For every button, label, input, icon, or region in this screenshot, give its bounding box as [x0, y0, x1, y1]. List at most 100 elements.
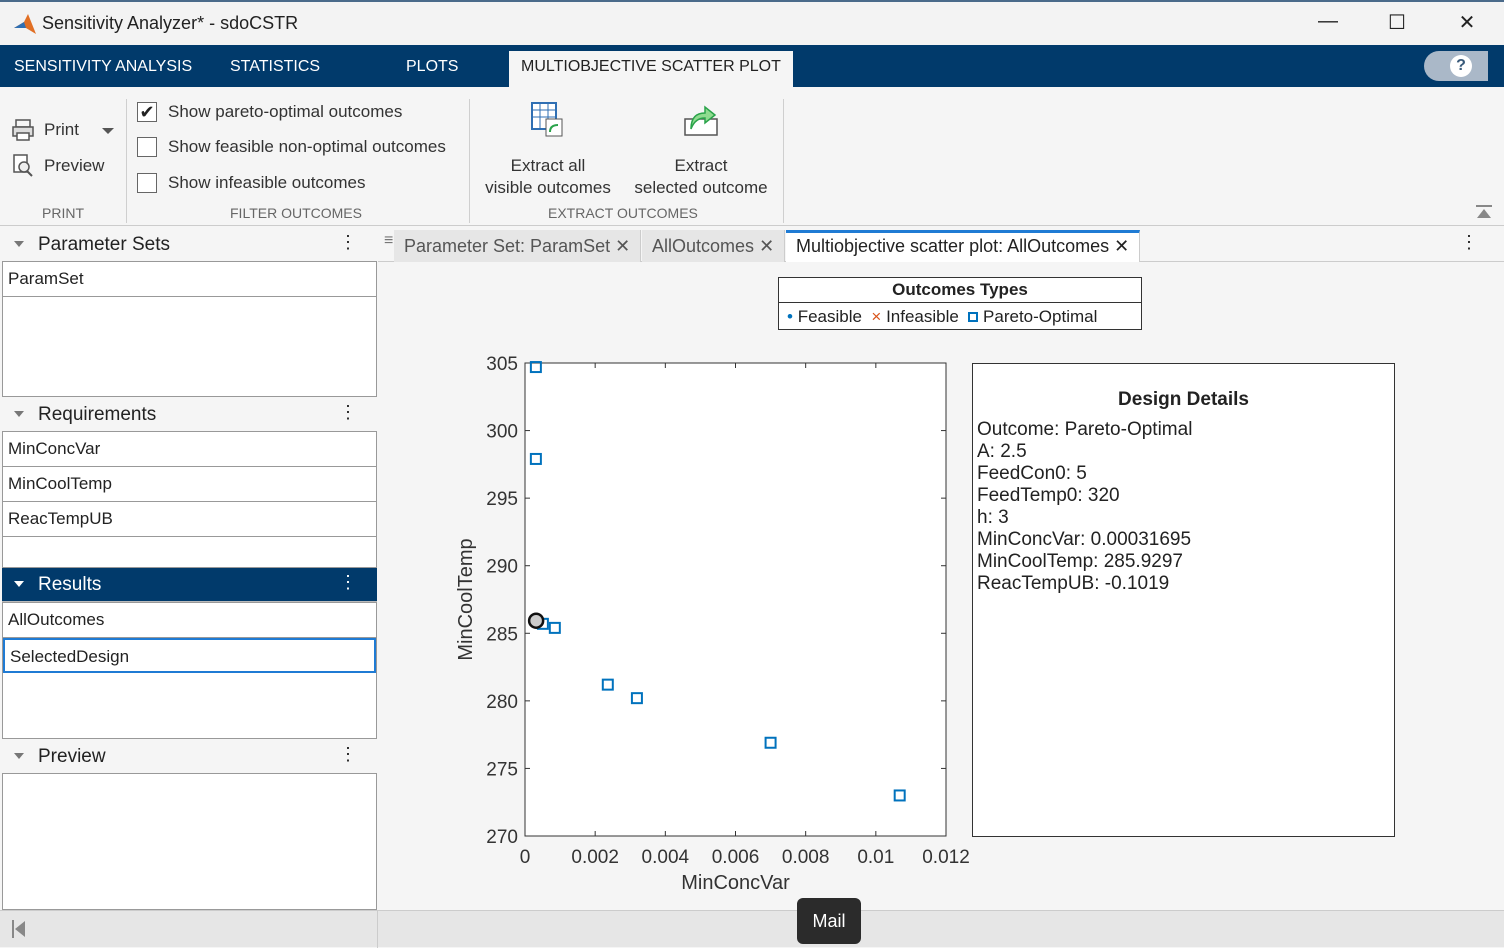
extract-selected-label-1: Extract	[674, 156, 728, 175]
close-icon[interactable]: ✕	[615, 236, 630, 256]
collapse-ribbon-icon[interactable]	[1476, 205, 1492, 219]
detail-line: FeedCon0: 5	[977, 463, 1087, 484]
more-options-icon[interactable]: ⋮	[339, 744, 357, 765]
document-tabs: ≡ Parameter Set: ParamSet ✕ AllOutcomes …	[378, 226, 1504, 262]
design-details-panel: Design Details Outcome: Pareto-Optimal A:…	[972, 363, 1395, 837]
collapse-icon[interactable]	[14, 581, 24, 587]
parameter-sets-list: ParamSet	[2, 261, 377, 397]
more-options-icon[interactable]: ⋮	[339, 572, 357, 593]
list-item[interactable]: MinConcVar	[3, 432, 376, 467]
close-icon[interactable]: ✕	[759, 236, 774, 256]
y-tick-label: 275	[486, 759, 518, 780]
infeasible-marker-icon: ×	[871, 307, 882, 326]
legend-entry: Pareto-Optimal	[983, 307, 1098, 326]
list-item[interactable]: MinCoolTemp	[3, 467, 376, 502]
extract-selected-button[interactable]: Extract selected outcome	[628, 99, 774, 199]
collapse-icon[interactable]	[14, 411, 24, 417]
tab-list-icon[interactable]: ≡	[384, 232, 393, 250]
minimize-button[interactable]: —	[1308, 10, 1348, 33]
list-item[interactable]: AllOutcomes	[3, 603, 376, 638]
details-title: Design Details	[1118, 389, 1249, 410]
matlab-logo-icon	[14, 14, 36, 34]
tab-label: Multiobjective scatter plot: AllOutcomes	[796, 236, 1110, 256]
requirements-list: MinConcVar MinCoolTemp ReacTempUB	[2, 431, 377, 568]
show-pareto-optimal-checkbox[interactable]: ✔	[137, 102, 157, 122]
extract-selected-label-2: selected outcome	[634, 178, 768, 197]
tab-statistics[interactable]: STATISTICS	[230, 45, 320, 87]
help-button[interactable]: ?	[1424, 51, 1488, 81]
y-tick-label: 280	[486, 692, 518, 713]
detail-line: MinConcVar: 0.00031695	[977, 529, 1192, 550]
print-group-label: PRINT	[42, 205, 84, 221]
collapse-icon[interactable]	[14, 753, 24, 759]
detail-line: A: 2.5	[977, 441, 1027, 462]
panel-title: Parameter Sets	[38, 234, 170, 255]
extract-group-label: EXTRACT OUTCOMES	[548, 205, 698, 221]
show-feasible-non-optimal-checkbox[interactable]	[137, 137, 157, 157]
collapse-icon[interactable]	[14, 241, 24, 247]
close-button[interactable]: ✕	[1447, 10, 1487, 35]
collapse-left-icon[interactable]	[12, 920, 26, 938]
extract-all-label-1: Extract all	[510, 156, 586, 175]
x-tick-label: 0.01	[857, 847, 894, 868]
status-bar	[0, 910, 1504, 948]
print-preview-icon	[13, 154, 33, 177]
extract-all-button[interactable]: Extract all visible outcomes	[478, 99, 618, 199]
preview-button[interactable]: Preview	[44, 156, 104, 176]
y-tick-label: 270	[486, 827, 518, 848]
tab-label: AllOutcomes	[652, 236, 755, 256]
doc-tab-alloutcomes[interactable]: AllOutcomes ✕	[642, 230, 786, 262]
more-options-icon[interactable]: ⋮	[1460, 232, 1478, 253]
preview-area	[2, 773, 377, 910]
mail-tooltip: Mail	[797, 898, 861, 944]
show-infeasible-checkbox[interactable]	[137, 173, 157, 193]
detail-line: MinCoolTemp: 285.9297	[977, 551, 1183, 572]
detail-line: FeedTemp0: 320	[977, 485, 1120, 506]
extract-table-icon	[531, 102, 563, 137]
detail-line: Outcome: Pareto-Optimal	[977, 419, 1193, 440]
help-icon: ?	[1450, 55, 1472, 77]
results-list: AllOutcomes SelectedDesign	[2, 602, 377, 739]
parameter-sets-header[interactable]: Parameter Sets ⋮	[2, 228, 377, 262]
show-pareto-optimal-label: Show pareto-optimal outcomes	[168, 102, 403, 121]
y-tick-label: 300	[486, 422, 518, 443]
tab-label: Parameter Set: ParamSet	[404, 236, 611, 256]
extract-selected-icon	[684, 105, 718, 136]
panel-title: Results	[38, 574, 102, 595]
more-options-icon[interactable]: ⋮	[339, 402, 357, 423]
requirements-header[interactable]: Requirements ⋮	[2, 398, 377, 432]
list-item[interactable]: ReacTempUB	[3, 502, 376, 537]
legend-entry: Feasible	[797, 307, 862, 326]
more-options-icon[interactable]: ⋮	[339, 232, 357, 253]
filter-group-label: FILTER OUTCOMES	[230, 205, 362, 221]
x-tick-label: 0	[520, 847, 531, 868]
close-icon[interactable]: ✕	[1114, 236, 1129, 256]
panel-title: Preview	[38, 746, 106, 767]
list-item[interactable]: ParamSet	[3, 262, 376, 297]
extract-all-label-2: visible outcomes	[485, 178, 611, 197]
x-tick-label: 0.008	[782, 847, 830, 868]
show-feasible-non-optimal-label: Show feasible non-optimal outcomes	[168, 137, 446, 156]
preview-header[interactable]: Preview ⋮	[2, 740, 377, 774]
maximize-button[interactable]: ☐	[1377, 10, 1417, 35]
legend-entry: Infeasible	[886, 307, 959, 326]
show-infeasible-label: Show infeasible outcomes	[168, 173, 366, 192]
printer-icon	[12, 119, 34, 141]
y-tick-label: 285	[486, 624, 518, 645]
title-bar: Sensitivity Analyzer* - sdoCSTR — ☐ ✕	[0, 0, 1504, 45]
scatter-chart[interactable]: 0 0.002 0.004 0.006 0.008 0.01 0.012 270 275 280 2…	[440, 340, 970, 900]
x-tick-label: 0.002	[571, 847, 619, 868]
chevron-down-icon[interactable]	[102, 128, 114, 134]
detail-line: h: 3	[977, 507, 1009, 528]
results-header[interactable]: Results ⋮	[2, 568, 377, 602]
tab-plots[interactable]: PLOTS	[406, 45, 458, 87]
x-tick-label: 0.012	[922, 847, 970, 868]
tab-multiobjective-scatter-plot[interactable]: MULTIOBJECTIVE SCATTER PLOT	[509, 51, 793, 87]
doc-tab-paramset[interactable]: Parameter Set: ParamSet ✕	[394, 230, 642, 262]
doc-tab-scatter-plot[interactable]: Multiobjective scatter plot: AllOutcomes…	[786, 230, 1141, 262]
list-item-selected[interactable]: SelectedDesign	[3, 638, 376, 673]
print-button[interactable]: Print	[44, 120, 79, 140]
tab-sensitivity-analysis[interactable]: SENSITIVITY ANALYSIS	[14, 45, 192, 87]
y-tick-label: 290	[486, 557, 518, 578]
ribbon: Print Preview PRINT ✔ Show pareto-optima…	[0, 87, 1504, 226]
